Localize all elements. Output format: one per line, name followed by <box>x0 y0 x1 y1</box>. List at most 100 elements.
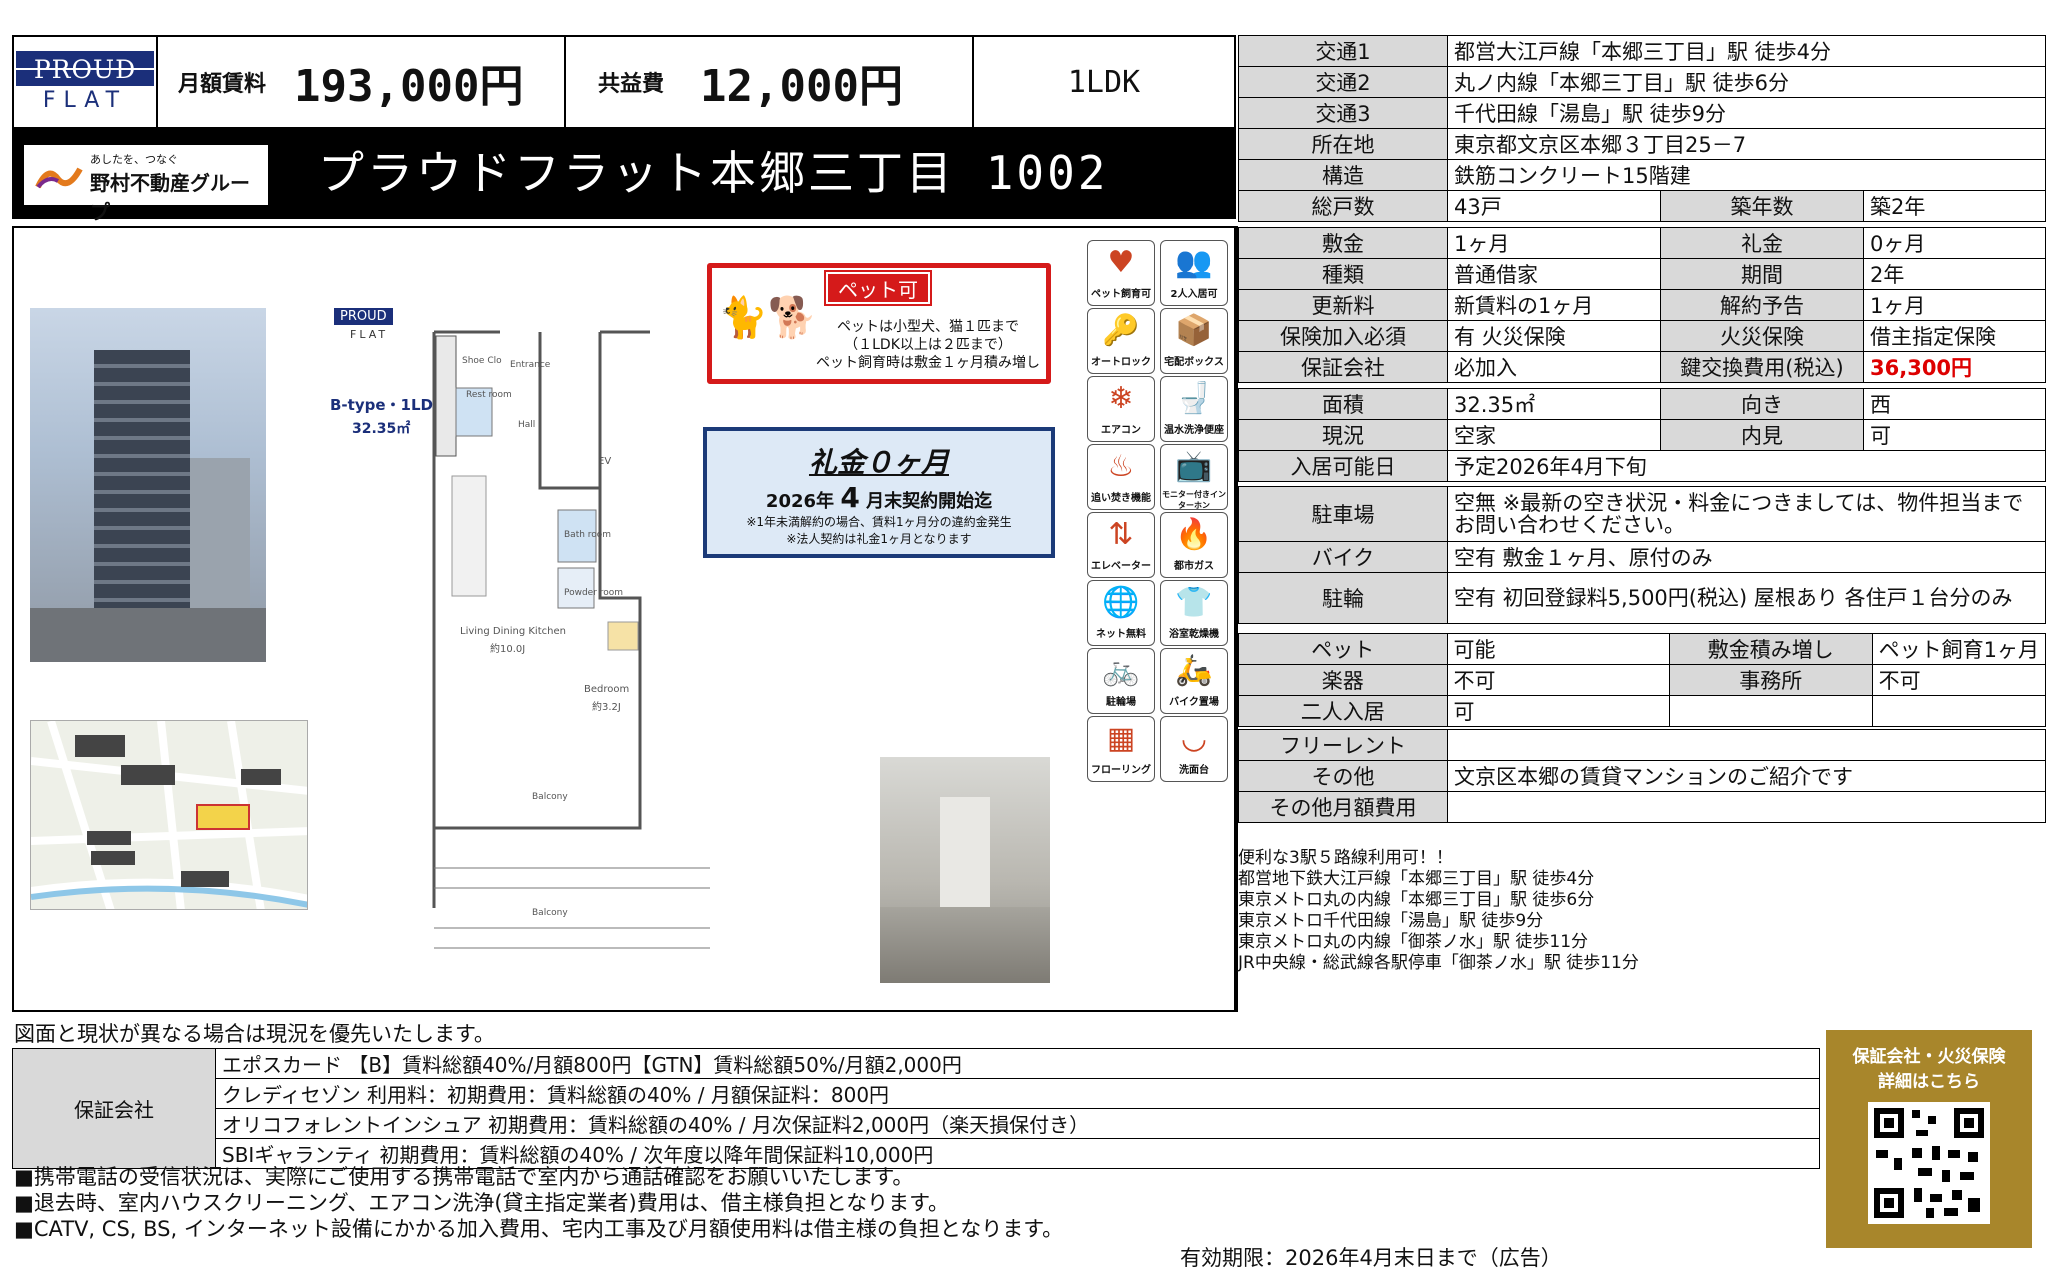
terms-row: 更新料 新賃料の1ヶ月 解約予告 1ヶ月 <box>1238 289 2046 321</box>
other-table: フリーレント その他 文京区本郷の賃貸マンションのご紹介です その他月額費用 <box>1238 729 2046 823</box>
access-key: 構造 <box>1238 159 1448 191</box>
conditions-table: ペット 可能 敷金積み増し ペット飼育1ヶ月 楽器 不可 事務所 不可 二人入居可 <box>1238 633 2047 727</box>
room-label: Hall <box>518 420 536 430</box>
room-label: Shoe Clo <box>462 356 502 366</box>
icon-glyph: 🛵 <box>1175 653 1213 688</box>
company-name: 野村不動産グループ <box>90 171 250 224</box>
term-key: 鍵交換費用(税込) <box>1660 351 1864 383</box>
qr-panel[interactable]: 保証会社・火災保険 詳細はこちら <box>1826 1030 2032 1248</box>
icon-label: ネット無料 <box>1096 629 1146 640</box>
icon-label: 都市ガス <box>1174 561 1214 572</box>
units-key: 総戸数 <box>1238 190 1448 222</box>
icon-label: 洗面台 <box>1179 765 1209 776</box>
icon-label: 2人入居可 <box>1170 289 1218 300</box>
bike-parking-icon: 🛵 バイク置場 <box>1160 648 1228 714</box>
corridor <box>940 797 990 917</box>
notice-text: 図面と現状が異なる場合は現況を優先いたします。 <box>14 1022 495 1046</box>
terms-row: 保険加入必須有 火災保険 火災保険 借主指定保険 <box>1238 320 2046 352</box>
icon-glyph: 🔥 <box>1175 517 1213 552</box>
company-tagline: あしたを、つなぐ <box>90 153 178 166</box>
icon-glyph: 🚲 <box>1102 653 1140 688</box>
access-key: 交通2 <box>1238 66 1448 98</box>
remark-line: 東京メトロ千代田線「湯島」駅 徒歩9分 <box>1238 911 1544 931</box>
icon-glyph: ▦ <box>1106 721 1136 756</box>
area-map <box>30 720 308 910</box>
term-value: 借主指定保険 <box>1863 320 2046 352</box>
free-internet-icon: 🌐 ネット無料 <box>1087 580 1155 646</box>
age-key: 築年数 <box>1660 190 1864 222</box>
term-key: 礼金 <box>1660 227 1864 259</box>
parking-key: 駐輪 <box>1238 572 1448 624</box>
proud-flat-logo: PROUD FLAT <box>14 37 158 127</box>
condition-value: 不可 <box>1871 664 2047 696</box>
icon-glyph: ♨ <box>1107 449 1135 484</box>
pet-icon: ♥ ペット飼育可 <box>1087 240 1155 306</box>
floorplan-logo: PROUD <box>334 308 393 325</box>
remarks-block: 便利な3駅５路線利用可！！ 都営地下鉄大江戸線「本郷三丁目」駅 徒歩4分 東京メ… <box>1238 848 1639 974</box>
autolock-icon: 🔑 オートロック <box>1087 308 1155 374</box>
layout-type: 1LDK <box>1067 64 1141 100</box>
condition-row: 二人入居可 <box>1238 695 2047 727</box>
icon-glyph: 🚽 <box>1175 381 1213 416</box>
term-value: 1ヶ月 <box>1863 289 2046 321</box>
pet-line: （１LDK以上は２匹まで） <box>844 337 1012 353</box>
term-value: 有 火災保険 <box>1447 320 1661 352</box>
nomura-logo: あしたを、つなぐ 野村不動産グループ <box>24 145 268 224</box>
room-label: Living Dining Kitchen <box>460 626 566 637</box>
condition-key: 事務所 <box>1668 664 1873 696</box>
units-row: 総戸数 43戸 築年数 築2年 <box>1238 190 2046 222</box>
condition-empty <box>1871 695 2047 727</box>
qr-code-icon[interactable] <box>1868 1102 1990 1224</box>
parking-table: 駐車場 空無 ※最新の空き状況・料金につきましては、物件担当までお問い合わせくださ… <box>1238 486 2046 624</box>
floorplan-area: 32.35㎡ <box>352 421 411 437</box>
access-key: 交通1 <box>1238 35 1448 67</box>
reheat-bath-icon: ♨ 追い焚き機能 <box>1087 444 1155 510</box>
fee-label: 共益費 <box>598 72 665 97</box>
pet-line: ペット飼育時は敷金１ヶ月積み増し <box>816 355 1040 371</box>
spec-value: 32.35㎡ <box>1447 388 1661 420</box>
access-row: 所在地 東京都文京区本郷３丁目25－7 <box>1238 128 2046 160</box>
reikin-title: 礼金０ヶ月 <box>808 446 949 479</box>
icon-label: エレベーター <box>1091 561 1151 572</box>
icon-glyph: 👕 <box>1175 585 1213 620</box>
icon-label: 駐輪場 <box>1106 697 1136 708</box>
spec-value: 可 <box>1863 419 2046 451</box>
pet-text: ペットは小型犬、猫１匹まで （１LDK以上は２匹まで） ペット飼育時は敷金１ヶ月… <box>808 318 1048 372</box>
room-label: Balcony <box>532 908 568 918</box>
street <box>30 608 266 662</box>
parking-key: 駐車場 <box>1238 486 1448 542</box>
qr-caption: 詳細はこちら <box>1878 1072 1980 1092</box>
condition-value: ペット飼育1ヶ月 <box>1871 633 2047 665</box>
two-person-icon: 👥 2人入居可 <box>1160 240 1228 306</box>
washlet-icon: 🚽 温水洗浄便座 <box>1160 376 1228 442</box>
room-label: 約10.0J <box>490 644 526 655</box>
room-label: Balcony <box>532 792 568 802</box>
term-value: 普通借家 <box>1447 258 1661 290</box>
remark-line: JR中央線・総武線各駅停車「御茶ノ水」駅 徒歩11分 <box>1238 953 1639 973</box>
access-row: 交通3 千代田線「湯島」駅 徒歩9分 <box>1238 97 2046 129</box>
icon-label: モニター付きインターホン <box>1162 490 1226 510</box>
guarantee-table: 保証会社 エポスカード 【B】賃料総額40%/月額800円【GTN】賃料総額50%… <box>12 1048 1820 1169</box>
movein-row: 入居可能日 予定2026年4月下旬 <box>1238 450 2046 482</box>
term-value: 0ヶ月 <box>1863 227 2046 259</box>
movein-key: 入居可能日 <box>1238 450 1448 482</box>
term-key: 解約予告 <box>1660 289 1864 321</box>
floorplan-logo-sub: FLAT <box>350 328 389 341</box>
room-label: Rest room <box>466 390 512 400</box>
condition-empty <box>1668 695 1873 727</box>
remark-line: 東京メトロ丸の内線「御茶ノ水」駅 徒歩11分 <box>1238 932 1589 952</box>
terms-table: 敷金 1ヶ月 礼金 0ヶ月 種類 普通借家 期間 2年 更新料 新賃料の1ヶ月 解約予告 1ヶ月 … <box>1238 227 2046 383</box>
building-shape <box>94 350 190 650</box>
icon-label: ペット飼育可 <box>1091 289 1151 300</box>
reikin-month: 4 <box>840 481 860 514</box>
interior-photo <box>880 757 1050 983</box>
condition-key: 敷金積み増し <box>1668 633 1873 665</box>
key-exchange-fee: 36,300円 <box>1863 351 2046 383</box>
parking-row: 駐輪 空有 初回登録料5,500円(税込) 屋根あり 各住戸１台分のみ <box>1238 572 2046 624</box>
spec-row: 面積 32.35㎡ 向き西 <box>1238 388 2046 420</box>
term-key: 期間 <box>1660 258 1864 290</box>
access-key: 所在地 <box>1238 128 1448 160</box>
condition-value: 可 <box>1446 695 1670 727</box>
other-key: その他 <box>1238 760 1448 792</box>
icon-glyph: ❄ <box>1108 381 1134 416</box>
